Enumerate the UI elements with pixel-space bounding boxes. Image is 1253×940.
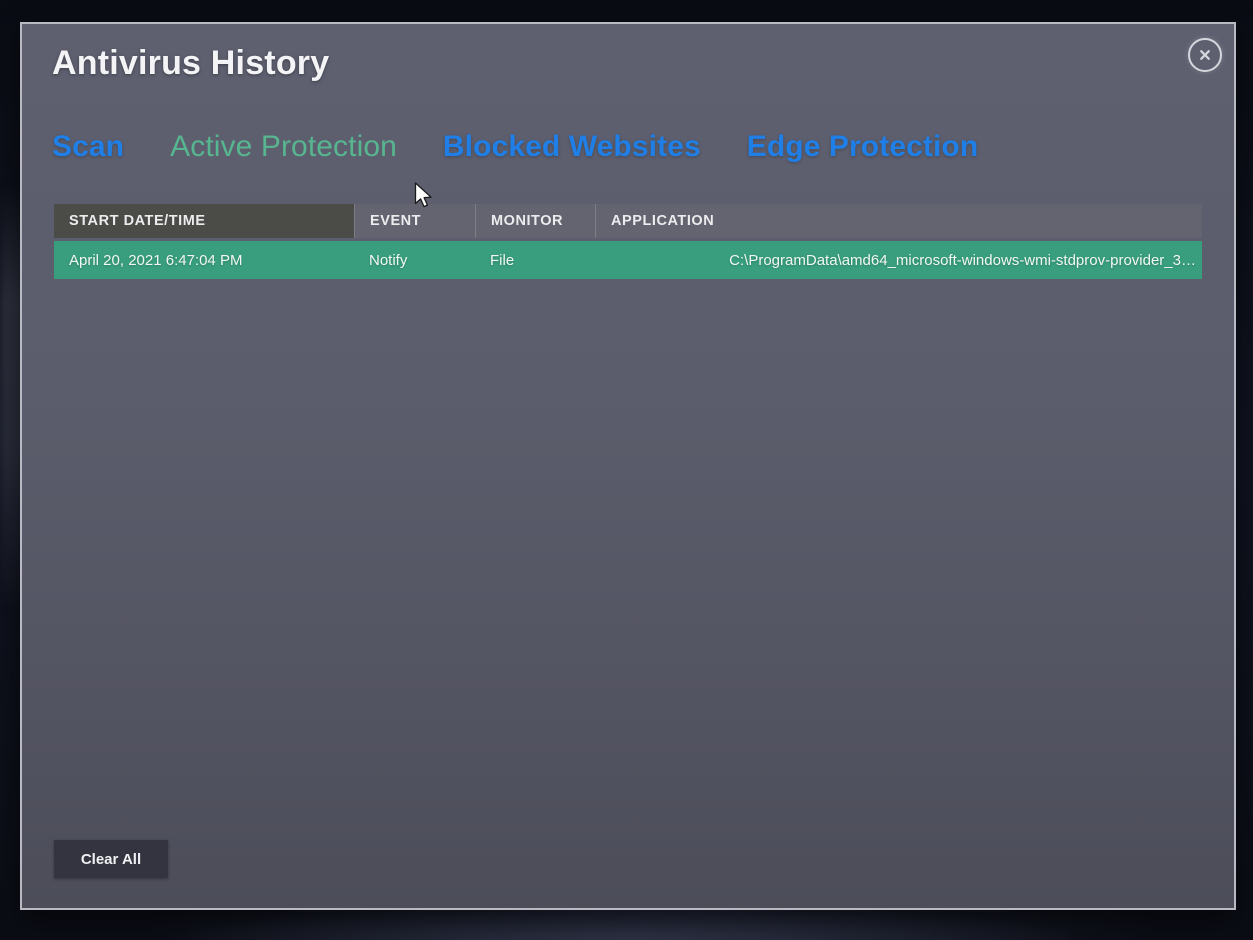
table-header-row: START DATE/TIME EVENT MONITOR APPLICATIO… xyxy=(54,204,1202,238)
cell-monitor: File xyxy=(475,241,595,279)
table-row[interactable]: April 20, 2021 6:47:04 PM Notify File C:… xyxy=(54,241,1202,279)
history-table: START DATE/TIME EVENT MONITOR APPLICATIO… xyxy=(54,204,1202,279)
tab-edge-protection[interactable]: Edge Protection xyxy=(747,130,979,164)
cell-event: Notify xyxy=(354,241,475,279)
column-header-event[interactable]: EVENT xyxy=(354,204,475,238)
clear-all-button[interactable]: Clear All xyxy=(54,840,168,878)
column-header-application[interactable]: APPLICATION xyxy=(595,204,1202,238)
tab-scan[interactable]: Scan xyxy=(52,130,124,164)
cell-application-text: C:\ProgramData\amd64_microsoft-windows-w… xyxy=(610,252,1202,269)
tab-blocked-websites[interactable]: Blocked Websites xyxy=(443,130,701,164)
antivirus-history-dialog: Antivirus History Scan Active Protection… xyxy=(20,22,1236,910)
tab-active-protection[interactable]: Active Protection xyxy=(170,130,397,164)
column-header-start-date-time[interactable]: START DATE/TIME xyxy=(54,204,354,238)
cell-application: C:\ProgramData\amd64_microsoft-windows-w… xyxy=(595,241,1202,279)
cell-start-date-time: April 20, 2021 6:47:04 PM xyxy=(54,241,354,279)
page-title: Antivirus History xyxy=(52,44,329,83)
close-circle-icon[interactable] xyxy=(1188,38,1222,72)
history-tab-bar: Scan Active Protection Blocked Websites … xyxy=(52,130,978,164)
column-header-monitor[interactable]: MONITOR xyxy=(475,204,595,238)
